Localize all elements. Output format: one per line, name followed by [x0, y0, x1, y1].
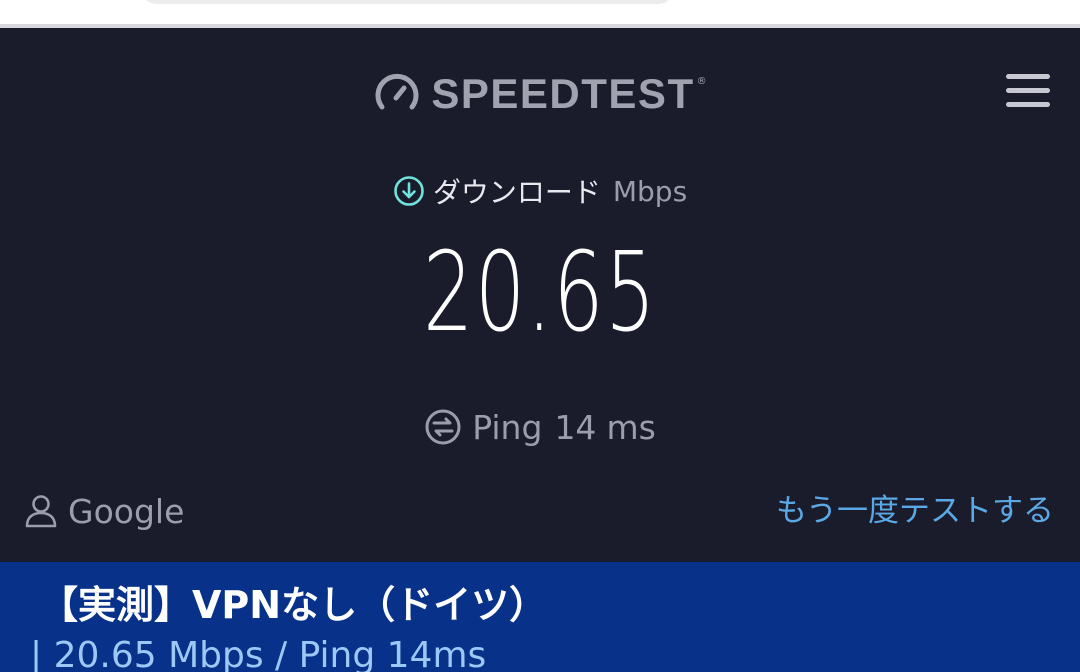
brand-name: SPEEDTEST [431, 70, 695, 117]
address-bar[interactable] [140, 0, 675, 4]
ping-icon [425, 409, 461, 445]
user-icon [25, 495, 57, 528]
top-bar-divider [0, 24, 1080, 28]
caption-title: 【実測】VPNなし（ドイツ） [40, 583, 548, 627]
retest-link[interactable]: もう一度テストする [776, 488, 1054, 534]
browser-top-bar [0, 0, 1080, 28]
trademark-symbol: ® [696, 76, 707, 87]
speed-unit: Mbps [612, 174, 688, 208]
ping-label: Ping [472, 407, 543, 447]
caption-banner: 【実測】VPNなし（ドイツ） | 20.65 Mbps / Ping 14ms [0, 562, 1080, 672]
speedtest-header: SPEEDTEST ® [0, 64, 1080, 124]
download-arrow-icon [394, 176, 424, 206]
ping-value: 14 [554, 407, 597, 447]
hamburger-menu-icon[interactable] [1000, 68, 1056, 114]
download-header: ダウンロード Mbps [0, 168, 1080, 214]
caption-subtitle: | 20.65 Mbps / Ping 14ms [30, 635, 487, 672]
speedometer-icon [375, 73, 419, 110]
ping-row: Ping 14 ms [0, 402, 1080, 452]
provider: Google [22, 486, 184, 536]
download-speed-value: 20.65 [423, 228, 657, 356]
download-label: ダウンロード [432, 176, 601, 209]
ping-unit: ms [606, 407, 656, 447]
provider-name: Google [68, 491, 185, 531]
